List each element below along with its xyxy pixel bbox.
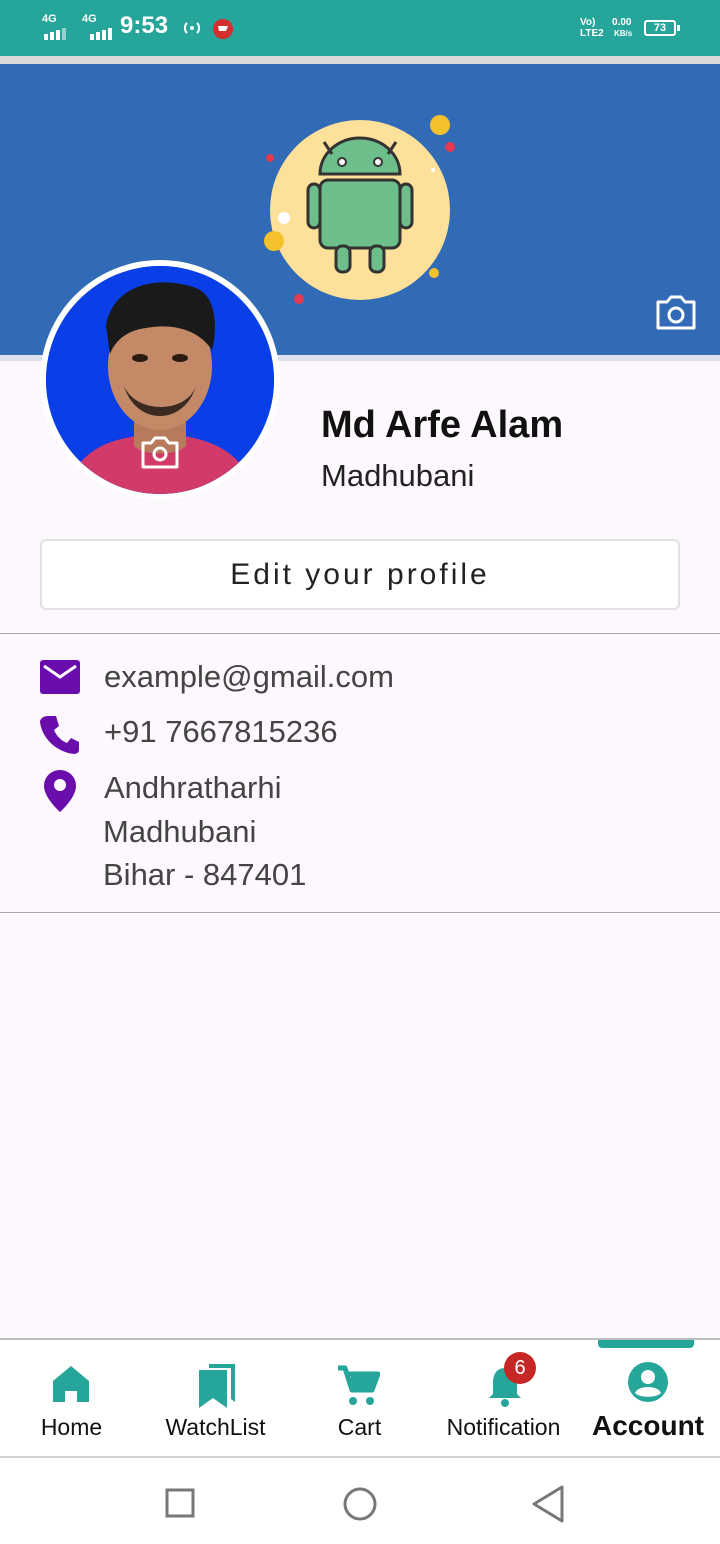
signal-icon-2 [90,28,112,40]
avatar[interactable] [46,266,274,494]
notification-badge: 6 [504,1352,536,1384]
status-bar-divider [0,56,720,64]
home-circle-icon[interactable] [342,1486,378,1522]
back-triangle-icon[interactable] [530,1484,566,1524]
nav-label-cart: Cart [337,1414,382,1440]
phone-icon [40,716,79,754]
email-text[interactable]: example@gmail.com [104,659,394,695]
shop-app-icon [213,19,233,39]
home-icon [53,1366,89,1402]
nav-item-watchlist[interactable]: WatchList [143,1340,288,1456]
network-indicator-2: 4G [82,13,97,25]
nav-item-notification[interactable]: Notification [431,1340,576,1456]
battery-icon: 73 [644,20,676,36]
camera-icon[interactable] [654,294,698,332]
nav-item-account[interactable]: Account [576,1340,720,1456]
section-divider-bottom [0,912,720,913]
battery-tip [677,25,680,31]
profile-name: Md Arfe Alam [321,404,564,446]
bookmarks-icon [199,1364,235,1408]
network-indicator-1: 4G [42,13,57,25]
edit-profile-button[interactable]: Edit your profile [40,539,680,610]
nav-label-home: Home [40,1414,103,1440]
phone-text[interactable]: +91 7667815236 [104,714,338,750]
address-line-3: Bihar - 847401 [103,857,307,892]
email-icon [40,660,80,694]
nav-label-watchlist: WatchList [165,1414,266,1440]
address-line-1: Andhratharhi [104,770,282,805]
status-bar: 4G 4G 9:53 Vo) LTE2 0.00 KB/s 73 [0,0,720,56]
nav-label-account: Account [592,1410,704,1441]
signal-icon [44,28,66,40]
cart-icon [338,1365,380,1405]
speed-value: 0.00 [612,17,632,28]
account-circle-icon [628,1362,668,1402]
recents-icon[interactable] [165,1488,195,1518]
address-line-2: Madhubani [103,814,257,849]
nav-label-notification: Notification [446,1414,561,1440]
android-illustration [264,115,455,304]
nav-item-home[interactable]: Home [0,1340,143,1456]
volte-label: Vo) [580,17,596,28]
clock: 9:53 [120,12,169,39]
battery-level: 73 [653,22,667,34]
bottom-navigation: Home WatchList Cart Notification Account [0,1338,720,1456]
location-pin-icon [44,770,76,812]
hotspot-icon [183,22,201,34]
speed-unit: KB/s [614,29,633,38]
lte-label: LTE2 [580,28,604,39]
profile-city: Madhubani [321,458,475,493]
change-avatar-camera-icon[interactable] [140,436,180,470]
system-navigation-bar [0,1456,720,1544]
nav-item-cart[interactable]: Cart [288,1340,431,1456]
section-divider-top [0,633,720,634]
